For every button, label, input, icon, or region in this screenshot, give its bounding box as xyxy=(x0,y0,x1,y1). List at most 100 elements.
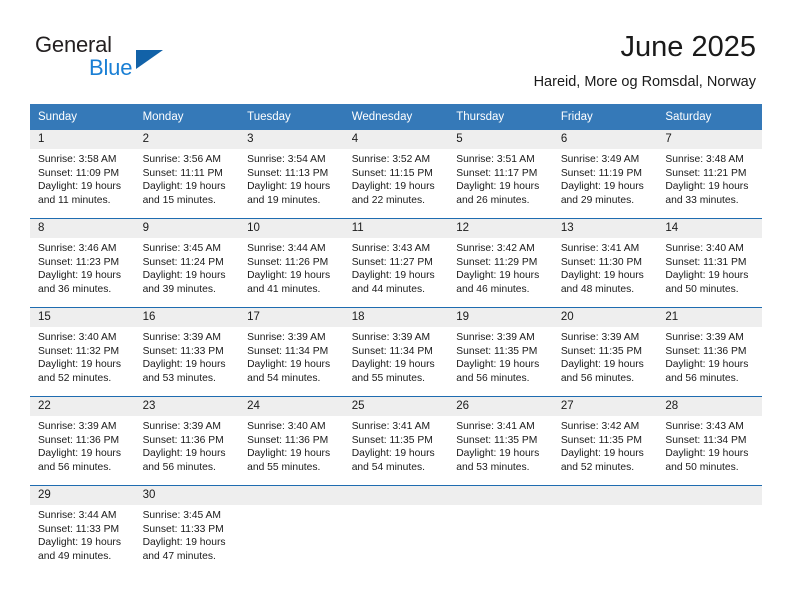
sunset-time: Sunset: 11:11 PM xyxy=(142,167,223,179)
calendar-day-cell[interactable]: 9 Sunrise: 3:45 AM Sunset: 11:24 PM Dayligh… xyxy=(134,218,240,308)
day-number: 22 xyxy=(30,397,135,416)
sunset-time: Sunset: 11:17 PM xyxy=(456,167,538,179)
daylight-duration-line2: and 56 minutes. xyxy=(142,461,216,473)
day-cell-inner: 10 Sunrise: 3:44 AM Sunset: 11:26 PM Daylig… xyxy=(239,219,344,307)
day-number: 8 xyxy=(30,219,135,238)
calendar-day-cell[interactable]: 20 Sunrise: 3:39 AM Sunset: 11:35 PM Daylig… xyxy=(552,307,658,397)
calendar-day-cell[interactable]: 15 Sunrise: 3:40 AM Sunset: 11:32 PM Daylig… xyxy=(30,307,135,397)
day-number: 21 xyxy=(657,308,762,327)
day-cell-inner: 22 Sunrise: 3:39 AM Sunset: 11:36 PM Daylig… xyxy=(30,397,135,485)
daylight-duration-line2: and 36 minutes. xyxy=(38,283,112,295)
sunrise-time: Sunrise: 3:56 AM xyxy=(142,154,221,165)
calendar-day-cell[interactable]: 3 Sunrise: 3:54 AM Sunset: 11:13 PM Dayligh… xyxy=(239,130,344,219)
weekday-header-sunday: Sunday xyxy=(30,104,135,130)
page-title: June 2025 xyxy=(620,31,756,63)
day-number xyxy=(239,486,344,505)
calendar-day-cell[interactable]: 25 Sunrise: 3:41 AM Sunset: 11:35 PM Daylig… xyxy=(343,396,449,486)
day-cell-inner: 1 Sunrise: 3:58 AM Sunset: 11:09 PM Dayligh… xyxy=(30,130,135,218)
day-details: Sunrise: 3:41 AM Sunset: 11:35 PM Daylight… xyxy=(344,416,449,474)
general-blue-logo[interactable]: General Blue xyxy=(35,32,235,88)
calendar-day-cell[interactable]: 11 Sunrise: 3:43 AM Sunset: 11:27 PM Daylig… xyxy=(343,218,449,308)
sunset-time: Sunset: 11:32 PM xyxy=(38,345,120,357)
calendar-day-cell[interactable]: 2 Sunrise: 3:56 AM Sunset: 11:11 PM Dayligh… xyxy=(134,130,240,219)
calendar-day-cell[interactable]: 30 Sunrise: 3:45 AM Sunset: 11:33 PM Daylig… xyxy=(134,485,240,574)
calendar-day-cell[interactable]: 8 Sunrise: 3:46 AM Sunset: 11:23 PM Dayligh… xyxy=(30,218,135,308)
calendar-day-cell[interactable]: 28 Sunrise: 3:43 AM Sunset: 11:34 PM Daylig… xyxy=(657,396,762,486)
daylight-duration-line2: and 49 minutes. xyxy=(38,550,112,562)
title-block: June 2025 Hareid, More og Romsdal, Norwa… xyxy=(534,30,756,91)
sunset-time: Sunset: 11:35 PM xyxy=(351,434,433,446)
calendar-empty-cell xyxy=(343,485,449,574)
day-details: Sunrise: 3:39 AM Sunset: 11:36 PM Daylight… xyxy=(30,416,135,474)
daylight-duration-line1: Daylight: 19 hours xyxy=(142,270,226,282)
calendar-day-cell[interactable]: 19 Sunrise: 3:39 AM Sunset: 11:35 PM Daylig… xyxy=(448,307,553,397)
calendar-day-cell[interactable]: 24 Sunrise: 3:40 AM Sunset: 11:36 PM Daylig… xyxy=(239,396,344,486)
logo-triangle-icon xyxy=(136,50,163,69)
day-details: Sunrise: 3:45 AM Sunset: 11:33 PM Daylight… xyxy=(135,505,240,563)
sunset-time: Sunset: 11:36 PM xyxy=(142,434,224,446)
calendar-day-cell[interactable]: 22 Sunrise: 3:39 AM Sunset: 11:36 PM Daylig… xyxy=(30,396,135,486)
calendar-day-cell[interactable]: 1 Sunrise: 3:58 AM Sunset: 11:09 PM Dayligh… xyxy=(30,130,135,219)
daylight-duration-line1: Daylight: 19 hours xyxy=(38,359,121,371)
daylight-duration-line1: Daylight: 19 hours xyxy=(560,359,644,371)
calendar-day-cell[interactable]: 14 Sunrise: 3:40 AM Sunset: 11:31 PM Daylig… xyxy=(657,218,762,308)
calendar-day-cell[interactable]: 18 Sunrise: 3:39 AM Sunset: 11:34 PM Daylig… xyxy=(343,307,449,397)
daylight-duration-line1: Daylight: 19 hours xyxy=(38,270,121,282)
logo-text-blue: Blue xyxy=(89,55,133,80)
sunset-time: Sunset: 11:33 PM xyxy=(142,523,224,535)
calendar-day-cell[interactable]: 10 Sunrise: 3:44 AM Sunset: 11:26 PM Daylig… xyxy=(239,218,344,308)
day-cell-inner: 9 Sunrise: 3:45 AM Sunset: 11:24 PM Dayligh… xyxy=(134,219,240,307)
calendar-day-cell[interactable]: 26 Sunrise: 3:41 AM Sunset: 11:35 PM Daylig… xyxy=(448,396,553,486)
calendar-day-cell[interactable]: 4 Sunrise: 3:52 AM Sunset: 11:15 PM Dayligh… xyxy=(343,130,449,219)
calendar-day-cell[interactable]: 29 Sunrise: 3:44 AM Sunset: 11:33 PM Daylig… xyxy=(30,485,135,574)
day-number: 7 xyxy=(657,130,762,149)
day-cell-inner: 29 Sunrise: 3:44 AM Sunset: 11:33 PM Daylig… xyxy=(30,486,135,574)
day-details: Sunrise: 3:39 AM Sunset: 11:36 PM Daylight… xyxy=(135,416,240,474)
day-number: 18 xyxy=(343,308,449,327)
sunrise-time: Sunrise: 3:58 AM xyxy=(38,154,117,165)
calendar-day-cell[interactable]: 17 Sunrise: 3:39 AM Sunset: 11:34 PM Daylig… xyxy=(239,307,344,397)
sunrise-time: Sunrise: 3:42 AM xyxy=(560,421,640,432)
sunrise-time: Sunrise: 3:43 AM xyxy=(351,243,431,254)
day-details: Sunrise: 3:45 AM Sunset: 11:24 PM Daylight… xyxy=(135,238,240,296)
calendar-day-cell[interactable]: 27 Sunrise: 3:42 AM Sunset: 11:35 PM Daylig… xyxy=(552,396,658,486)
day-cell-inner: 30 Sunrise: 3:45 AM Sunset: 11:33 PM Daylig… xyxy=(134,486,240,574)
calendar-day-cell[interactable]: 13 Sunrise: 3:41 AM Sunset: 11:30 PM Daylig… xyxy=(552,218,658,308)
calendar-day-cell[interactable]: 7 Sunrise: 3:48 AM Sunset: 11:21 PM Dayligh… xyxy=(657,130,762,219)
calendar-day-cell[interactable]: 6 Sunrise: 3:49 AM Sunset: 11:19 PM Dayligh… xyxy=(552,130,658,219)
sunrise-time: Sunrise: 3:41 AM xyxy=(560,243,640,254)
day-cell-inner: 18 Sunrise: 3:39 AM Sunset: 11:34 PM Daylig… xyxy=(343,308,449,396)
daylight-duration-line2: and 53 minutes. xyxy=(142,372,216,384)
daylight-duration-line1: Daylight: 19 hours xyxy=(456,448,540,460)
calendar-day-cell[interactable]: 16 Sunrise: 3:39 AM Sunset: 11:33 PM Daylig… xyxy=(134,307,240,397)
daylight-duration-line2: and 50 minutes. xyxy=(665,461,739,473)
daylight-duration-line1: Daylight: 19 hours xyxy=(351,270,435,282)
day-cell-inner: 28 Sunrise: 3:43 AM Sunset: 11:34 PM Daylig… xyxy=(657,397,762,485)
day-cell-inner: 3 Sunrise: 3:54 AM Sunset: 11:13 PM Dayligh… xyxy=(239,130,344,218)
calendar-body: 1 Sunrise: 3:58 AM Sunset: 11:09 PM Dayligh… xyxy=(30,130,762,574)
page-header: General Blue June 2025 Hareid, More og R… xyxy=(0,0,792,100)
daylight-duration-line2: and 44 minutes. xyxy=(351,283,425,295)
day-cell-inner: 20 Sunrise: 3:39 AM Sunset: 11:35 PM Daylig… xyxy=(552,308,658,396)
day-details: Sunrise: 3:43 AM Sunset: 11:27 PM Daylight… xyxy=(344,238,449,296)
calendar-day-cell[interactable]: 5 Sunrise: 3:51 AM Sunset: 11:17 PM Dayligh… xyxy=(448,130,553,219)
calendar-day-cell[interactable]: 12 Sunrise: 3:42 AM Sunset: 11:29 PM Daylig… xyxy=(448,218,553,308)
sunset-time: Sunset: 11:35 PM xyxy=(456,434,538,446)
daylight-duration-line2: and 50 minutes. xyxy=(665,283,739,295)
sunset-time: Sunset: 11:36 PM xyxy=(665,345,747,357)
day-details: Sunrise: 3:49 AM Sunset: 11:19 PM Daylight… xyxy=(553,149,658,207)
sunset-time: Sunset: 11:15 PM xyxy=(351,167,433,179)
calendar-day-cell[interactable]: 23 Sunrise: 3:39 AM Sunset: 11:36 PM Daylig… xyxy=(134,396,240,486)
daylight-duration-line1: Daylight: 19 hours xyxy=(456,359,540,371)
daylight-duration-line1: Daylight: 19 hours xyxy=(560,270,644,282)
day-number: 4 xyxy=(343,130,449,149)
day-cell-inner: 24 Sunrise: 3:40 AM Sunset: 11:36 PM Daylig… xyxy=(239,397,344,485)
day-cell-inner: 15 Sunrise: 3:40 AM Sunset: 11:32 PM Daylig… xyxy=(30,308,135,396)
sunset-time: Sunset: 11:36 PM xyxy=(247,434,329,446)
day-number: 15 xyxy=(30,308,135,327)
sunrise-time: Sunrise: 3:45 AM xyxy=(142,243,221,254)
calendar-day-cell[interactable]: 21 Sunrise: 3:39 AM Sunset: 11:36 PM Daylig… xyxy=(657,307,762,397)
daylight-duration-line1: Daylight: 19 hours xyxy=(665,359,749,371)
day-details: Sunrise: 3:46 AM Sunset: 11:23 PM Daylight… xyxy=(30,238,135,296)
day-number: 16 xyxy=(134,308,240,327)
